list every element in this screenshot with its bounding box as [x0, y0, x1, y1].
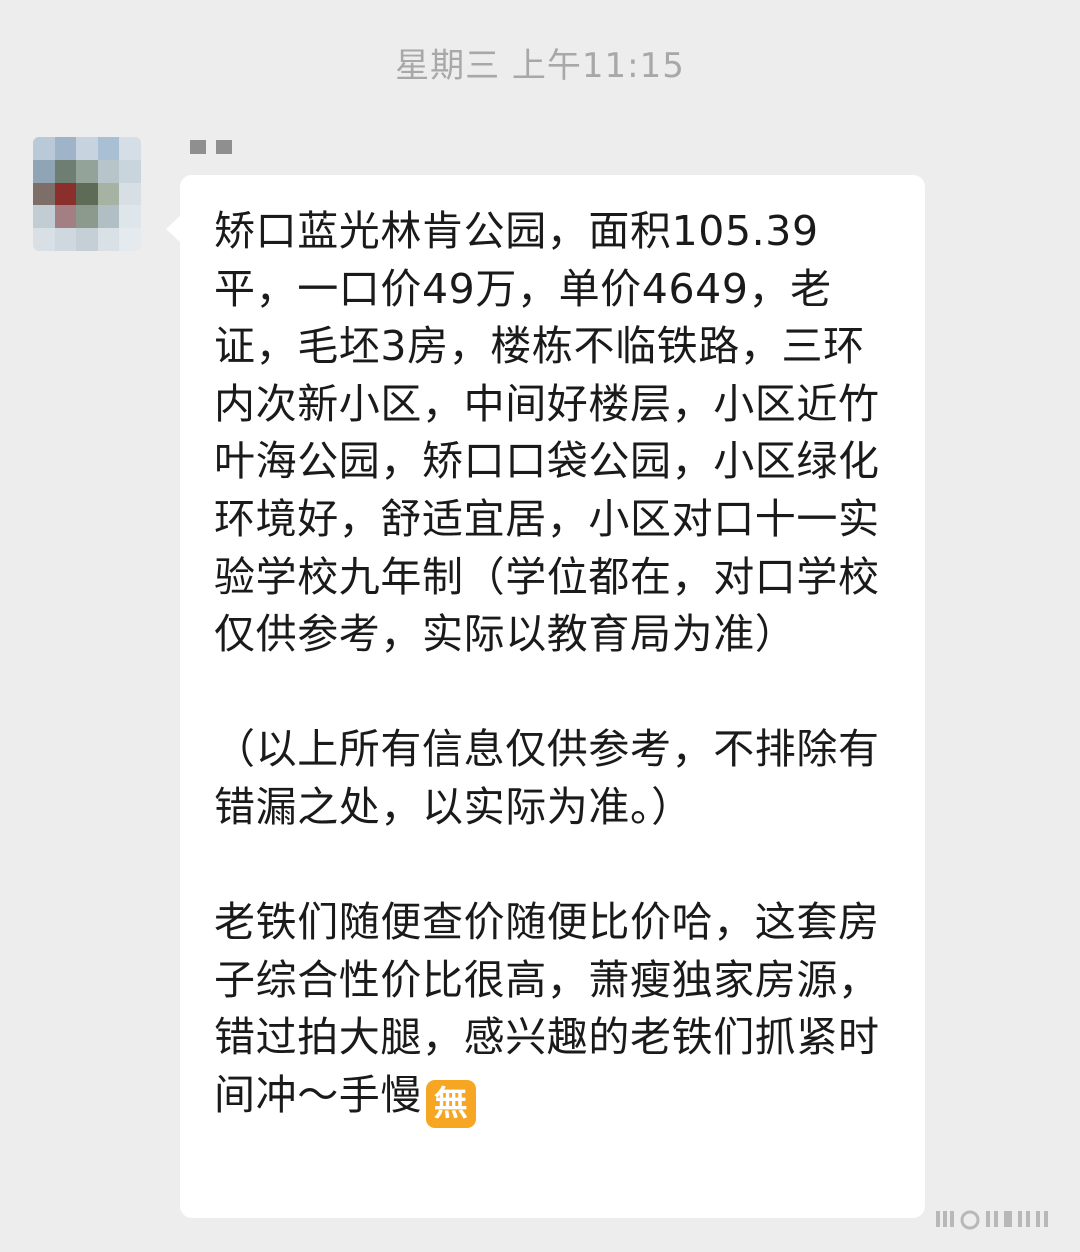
message-bubble[interactable]: 矫口蓝光林肯公园，面积105.39平，一口价49万，单价4649，老证，毛坯3房… — [180, 175, 925, 1218]
message-paragraph-promo: 老铁们随便查价随便比价哈，这套房子综合性价比很高，萧瘦独家房源，错过拍大腿，感兴… — [214, 894, 895, 1128]
sender-name-redacted — [190, 140, 232, 154]
sender-avatar[interactable] — [33, 137, 141, 251]
watermark-logo — [936, 1210, 1048, 1230]
message-paragraph-disclaimer: （以上所有信息仅供参考，不排除有错漏之处，以实际为准。） — [214, 725, 880, 831]
wu-emoji-icon: 無 — [426, 1079, 476, 1128]
message-paragraph-listing: 矫口蓝光林肯公园，面积105.39平，一口价49万，单价4649，老证，毛坯3房… — [214, 207, 880, 659]
message-timestamp: 星期三 上午11:15 — [395, 46, 685, 86]
message-promo-text: 老铁们随便查价随便比价哈，这套房子综合性价比很高，萧瘦独家房源，错过拍大腿，感兴… — [214, 898, 880, 1119]
